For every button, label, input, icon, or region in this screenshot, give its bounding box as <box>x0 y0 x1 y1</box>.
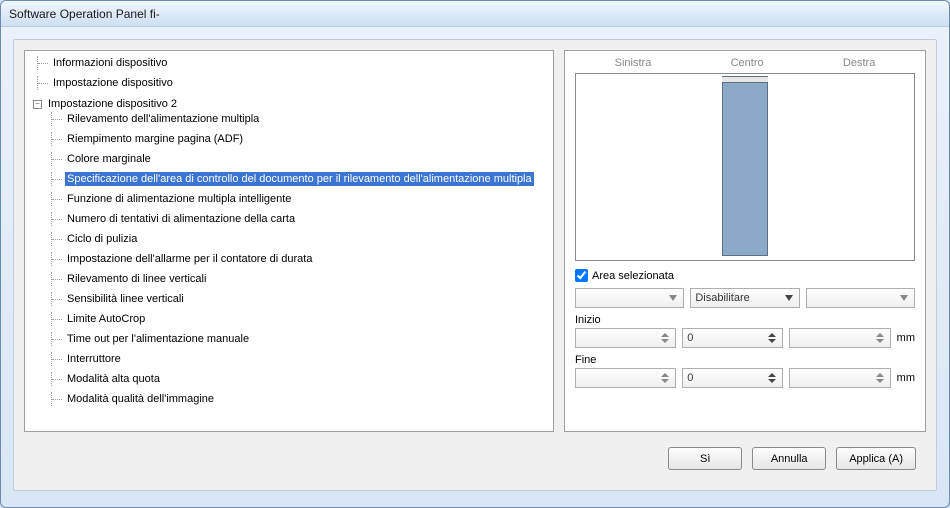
col-left-label: Sinistra <box>615 57 652 69</box>
tree-connector <box>51 132 65 146</box>
chevron-up-icon <box>661 373 669 377</box>
chevron-down-icon <box>661 379 669 383</box>
ok-button[interactable]: Sì <box>668 447 742 470</box>
tree-connector <box>51 272 65 286</box>
tree-item[interactable]: Limite AutoCrop <box>65 312 147 326</box>
chevron-down-icon <box>768 379 776 383</box>
tree-connector <box>51 292 65 306</box>
area-preview <box>575 73 915 261</box>
combo-left[interactable] <box>575 288 684 308</box>
tree-item[interactable]: Rilevamento dell'alimentazione multipla <box>65 112 261 126</box>
area-column-headers: Sinistra Centro Destra <box>575 57 915 69</box>
chevron-down-icon <box>768 339 776 343</box>
tree-item[interactable]: Impostazione dell'allarme per il contato… <box>65 252 314 266</box>
chevron-down-icon <box>661 339 669 343</box>
tree-children: Rilevamento dell'alimentazione multipla … <box>33 111 553 411</box>
chevron-down-icon <box>781 289 797 307</box>
combo-right[interactable] <box>806 288 915 308</box>
window-title: Software Operation Panel fi- <box>9 7 160 21</box>
tree-item[interactable]: Ciclo di pulizia <box>65 232 139 246</box>
content: Informazioni dispositivo Impostazione di… <box>24 50 926 480</box>
tree-item[interactable]: Informazioni dispositivo <box>51 56 169 70</box>
area-selected-checkbox[interactable] <box>575 269 588 282</box>
chevron-up-icon <box>661 333 669 337</box>
tree-item[interactable]: Rilevamento di linee verticali <box>65 272 208 286</box>
tree-item[interactable]: Funzione di alimentazione multipla intel… <box>65 192 293 206</box>
tree-item[interactable]: Time out per l'alimentazione manuale <box>65 332 251 346</box>
chevron-up-icon <box>768 373 776 377</box>
start-left-spinner[interactable] <box>575 328 676 348</box>
combo-center[interactable]: Disabilitare <box>690 288 799 308</box>
tree-connector <box>51 152 65 166</box>
tree-item-selected[interactable]: Specificazione dell'area di controllo de… <box>65 172 534 186</box>
tree-item[interactable]: Riempimento margine pagina (ADF) <box>65 132 245 146</box>
tree-item[interactable]: Modalità qualità dell'immagine <box>65 392 216 406</box>
end-right-spinner[interactable] <box>789 368 890 388</box>
end-center-value: 0 <box>687 372 693 384</box>
tree-connector <box>51 392 65 406</box>
app-window: Software Operation Panel fi- Informazion… <box>0 0 950 508</box>
tree-item[interactable]: Interruttore <box>65 352 123 366</box>
start-center-value: 0 <box>687 332 693 344</box>
tree-panel: Informazioni dispositivo Impostazione di… <box>24 50 554 432</box>
tree-connector <box>51 172 65 186</box>
tree-connector <box>51 352 65 366</box>
chevron-up-icon <box>876 373 884 377</box>
dialog-buttons: Sì Annulla Applica (A) <box>668 447 916 470</box>
start-unit: mm <box>897 332 915 344</box>
end-label: Fine <box>575 354 915 366</box>
tree-connector <box>51 332 65 346</box>
titlebar: Software Operation Panel fi- <box>1 1 949 27</box>
tree-connector <box>51 372 65 386</box>
main-panel: Informazioni dispositivo Impostazione di… <box>13 39 937 491</box>
settings-tree[interactable]: Informazioni dispositivo Impostazione di… <box>25 55 553 412</box>
tree-connector <box>51 192 65 206</box>
area-selected-label: Area selezionata <box>592 270 674 282</box>
combo-center-value: Disabilitare <box>695 292 749 304</box>
detail-panel: Sinistra Centro Destra Area selezionata … <box>564 50 926 432</box>
cancel-button[interactable]: Annulla <box>752 447 826 470</box>
tree-item[interactable]: Numero di tentativi di alimentazione del… <box>65 212 297 226</box>
col-center-label: Centro <box>731 57 764 69</box>
end-left-spinner[interactable] <box>575 368 676 388</box>
tree-connector <box>51 312 65 326</box>
tree-connector <box>51 112 65 126</box>
chevron-down-icon <box>876 379 884 383</box>
tree-item[interactable]: Sensibilità linee verticali <box>65 292 186 306</box>
end-center-spinner[interactable]: 0 <box>682 368 783 388</box>
tree-connector <box>51 252 65 266</box>
apply-button[interactable]: Applica (A) <box>836 447 916 470</box>
tree-connector <box>37 76 51 90</box>
tree-item[interactable]: Impostazione dispositivo 2 <box>46 97 179 111</box>
tree-connector <box>51 232 65 246</box>
tree-item[interactable]: Modalità alta quota <box>65 372 162 386</box>
start-label: Inizio <box>575 314 915 326</box>
tree-item[interactable]: Colore marginale <box>65 152 153 166</box>
col-right-label: Destra <box>843 57 875 69</box>
chevron-up-icon <box>768 333 776 337</box>
tree-collapse-icon[interactable]: − <box>33 100 42 109</box>
document-strip <box>722 76 768 256</box>
chevron-down-icon <box>876 339 884 343</box>
chevron-down-icon <box>665 289 681 307</box>
end-unit: mm <box>897 372 915 384</box>
chevron-down-icon <box>896 289 912 307</box>
start-right-spinner[interactable] <box>789 328 890 348</box>
start-center-spinner[interactable]: 0 <box>682 328 783 348</box>
chevron-up-icon <box>876 333 884 337</box>
tree-connector <box>51 212 65 226</box>
tree-connector <box>37 56 51 70</box>
tree-item[interactable]: Impostazione dispositivo <box>51 76 175 90</box>
